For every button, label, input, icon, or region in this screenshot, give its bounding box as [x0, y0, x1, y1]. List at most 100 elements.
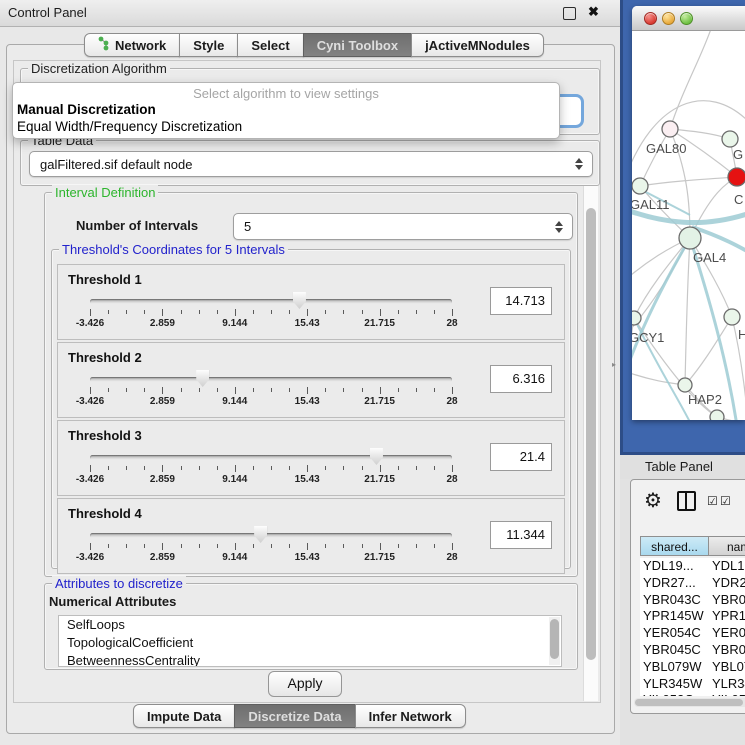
apply-button[interactable]: Apply — [268, 671, 342, 697]
slider-thumb[interactable] — [293, 292, 306, 309]
cell-shared-name[interactable]: YBL079W — [643, 659, 705, 674]
cell-shared-name[interactable]: YDR27... — [643, 575, 705, 590]
table-horizontal-scrollbar[interactable] — [634, 698, 745, 707]
cell-name[interactable]: YBL079W — [712, 659, 745, 674]
attribute-item[interactable]: SelfLoops — [59, 616, 561, 634]
algorithm-dropdown-hint: Select algorithm to view settings — [13, 83, 559, 101]
bottom-tab-discretize-data[interactable]: Discretize Data — [234, 704, 355, 728]
table-row[interactable]: YBR045C YBR045C — [640, 642, 745, 659]
close-icon[interactable]: ✖ — [588, 4, 599, 20]
threshold-slider[interactable]: -3.4262.8599.14415.4321.71528 — [90, 529, 452, 569]
table-row[interactable]: YDR27... YDR27 — [640, 575, 745, 592]
panel-vertical-scrollbar[interactable] — [583, 186, 598, 701]
cell-name[interactable]: YPR145W — [712, 608, 745, 623]
slider-track[interactable] — [90, 377, 452, 382]
attributes-scrollbar[interactable] — [549, 617, 560, 665]
slider-tick-labels: -3.4262.8599.14415.4321.71528 — [90, 318, 452, 330]
columns-icon[interactable] — [677, 491, 696, 511]
tick-label: 9.144 — [222, 474, 247, 485]
slider-thumb[interactable] — [370, 448, 383, 465]
threshold-slider[interactable]: -3.4262.8599.14415.4321.71528 — [90, 373, 452, 413]
slider-track[interactable] — [90, 533, 452, 538]
table-data-combobox[interactable]: galFiltered.sif default node — [29, 151, 593, 177]
slider-thumb[interactable] — [254, 526, 267, 543]
cell-name[interactable]: YDR27 — [712, 575, 745, 590]
node-label: GAL11 — [632, 197, 670, 212]
threshold-slider[interactable]: -3.4262.8599.14415.4321.71528 — [90, 451, 452, 491]
table-toolbar: ⚙ ☑ ☑ — [631, 480, 745, 520]
cell-shared-name[interactable]: YPR145W — [643, 608, 705, 623]
close-traffic-light-icon[interactable] — [644, 12, 657, 25]
slider-track[interactable] — [90, 455, 452, 460]
table-row[interactable]: YDL19... YDL19 — [640, 558, 745, 575]
slider-track[interactable] — [90, 299, 452, 304]
minimize-traffic-light-icon[interactable] — [662, 12, 675, 25]
scrollbar-thumb[interactable] — [635, 699, 743, 706]
tab-network[interactable]: Network — [84, 33, 180, 57]
panel-resize-gripper[interactable]: ▸ — [612, 360, 618, 369]
cell-name[interactable]: YDL19 — [712, 558, 745, 573]
tab-cyni-toolbox[interactable]: Cyni Toolbox — [303, 33, 412, 57]
node-table[interactable]: shared... name YDL19...YDL19YDR27...YDR2… — [640, 536, 745, 696]
tab-style[interactable]: Style — [179, 33, 238, 57]
scrollbar-thumb[interactable] — [586, 208, 596, 660]
attribute-item[interactable]: BetweennessCentrality — [59, 652, 561, 667]
cell-shared-name[interactable]: YLR345W — [643, 676, 705, 691]
numerical-attributes-list[interactable]: SelfLoopsTopologicalCoefficientBetweenne… — [58, 615, 562, 667]
threshold-label: Threshold 2 — [68, 350, 142, 365]
cell-shared-name[interactable]: YDL19... — [643, 558, 705, 573]
network-node-gal80[interactable] — [662, 121, 678, 137]
threshold-value-field[interactable]: 6.316 — [490, 365, 552, 393]
network-window-titlebar[interactable] — [632, 6, 745, 31]
algorithm-option[interactable]: Manual Discretization — [13, 101, 559, 118]
cell-name[interactable]: YER054C — [712, 625, 745, 640]
checkbox-icon[interactable]: ☑ — [707, 494, 718, 508]
scrollbar-thumb[interactable] — [550, 619, 559, 659]
column-header-name[interactable]: name — [708, 536, 745, 556]
tab-jactivemnodules[interactable]: jActiveMNodules — [411, 33, 544, 57]
network-node-gal4[interactable] — [679, 227, 701, 249]
cell-name[interactable]: YLR345W — [712, 676, 745, 691]
table-row[interactable]: YIL052C YIL052C — [640, 692, 745, 696]
tick-label: -3.426 — [76, 318, 104, 329]
checkbox-icon[interactable]: ☑ — [720, 494, 731, 508]
tick-label: 21.715 — [364, 552, 395, 563]
threshold-value-field[interactable]: 14.713 — [490, 287, 552, 315]
gear-icon[interactable]: ⚙ — [644, 488, 662, 513]
threshold-slider[interactable]: -3.4262.8599.14415.4321.71528 — [90, 295, 452, 335]
network-node-hap2[interactable] — [678, 378, 692, 392]
network-node-gal11[interactable] — [632, 178, 648, 194]
column-header-shared-name[interactable]: shared... — [640, 536, 709, 556]
network-node-c[interactable] — [728, 168, 745, 186]
zoom-traffic-light-icon[interactable] — [680, 12, 693, 25]
cell-name[interactable]: YIL052C — [712, 692, 745, 696]
cell-shared-name[interactable]: YBR045C — [643, 642, 705, 657]
threshold-value-field[interactable]: 21.4 — [490, 443, 552, 471]
network-node-h[interactable] — [724, 309, 740, 325]
table-row[interactable]: YLR345W YLR345W — [640, 676, 745, 693]
cell-shared-name[interactable]: YER054C — [643, 625, 705, 640]
table-row[interactable]: YER054C YER054C — [640, 625, 745, 642]
cell-shared-name[interactable]: YIL052C — [643, 692, 705, 696]
tick-label: 15.43 — [295, 474, 320, 485]
attribute-item[interactable]: TopologicalCoefficient — [59, 634, 561, 652]
bottom-tab-infer-network[interactable]: Infer Network — [355, 704, 466, 728]
algorithm-option[interactable]: Equal Width/Frequency Discretization — [13, 118, 559, 135]
table-panel-header: Table Panel — [620, 455, 745, 479]
network-canvas[interactable]: GAL80GCGAL11GAL4GCY1HHAP2 — [632, 31, 745, 420]
table-row[interactable]: YPR145W YPR145W — [640, 608, 745, 625]
threshold-value-field[interactable]: 11.344 — [490, 521, 552, 549]
float-window-icon[interactable] — [563, 7, 576, 20]
cell-shared-name[interactable]: YBR043C — [643, 592, 705, 607]
network-node-g[interactable] — [722, 131, 738, 147]
table-row[interactable]: YBR043C YBR043C — [640, 592, 745, 609]
network-node[interactable] — [710, 410, 724, 420]
table-row[interactable]: YBL079W YBL079W — [640, 659, 745, 676]
number-of-intervals-combobox[interactable]: 5 — [233, 213, 573, 240]
bottom-tab-impute-data[interactable]: Impute Data — [133, 704, 235, 728]
network-node-gcy1[interactable] — [632, 311, 641, 325]
slider-thumb[interactable] — [196, 370, 209, 387]
cell-name[interactable]: YBR045C — [712, 642, 745, 657]
tab-select[interactable]: Select — [237, 33, 303, 57]
cell-name[interactable]: YBR043C — [712, 592, 745, 607]
